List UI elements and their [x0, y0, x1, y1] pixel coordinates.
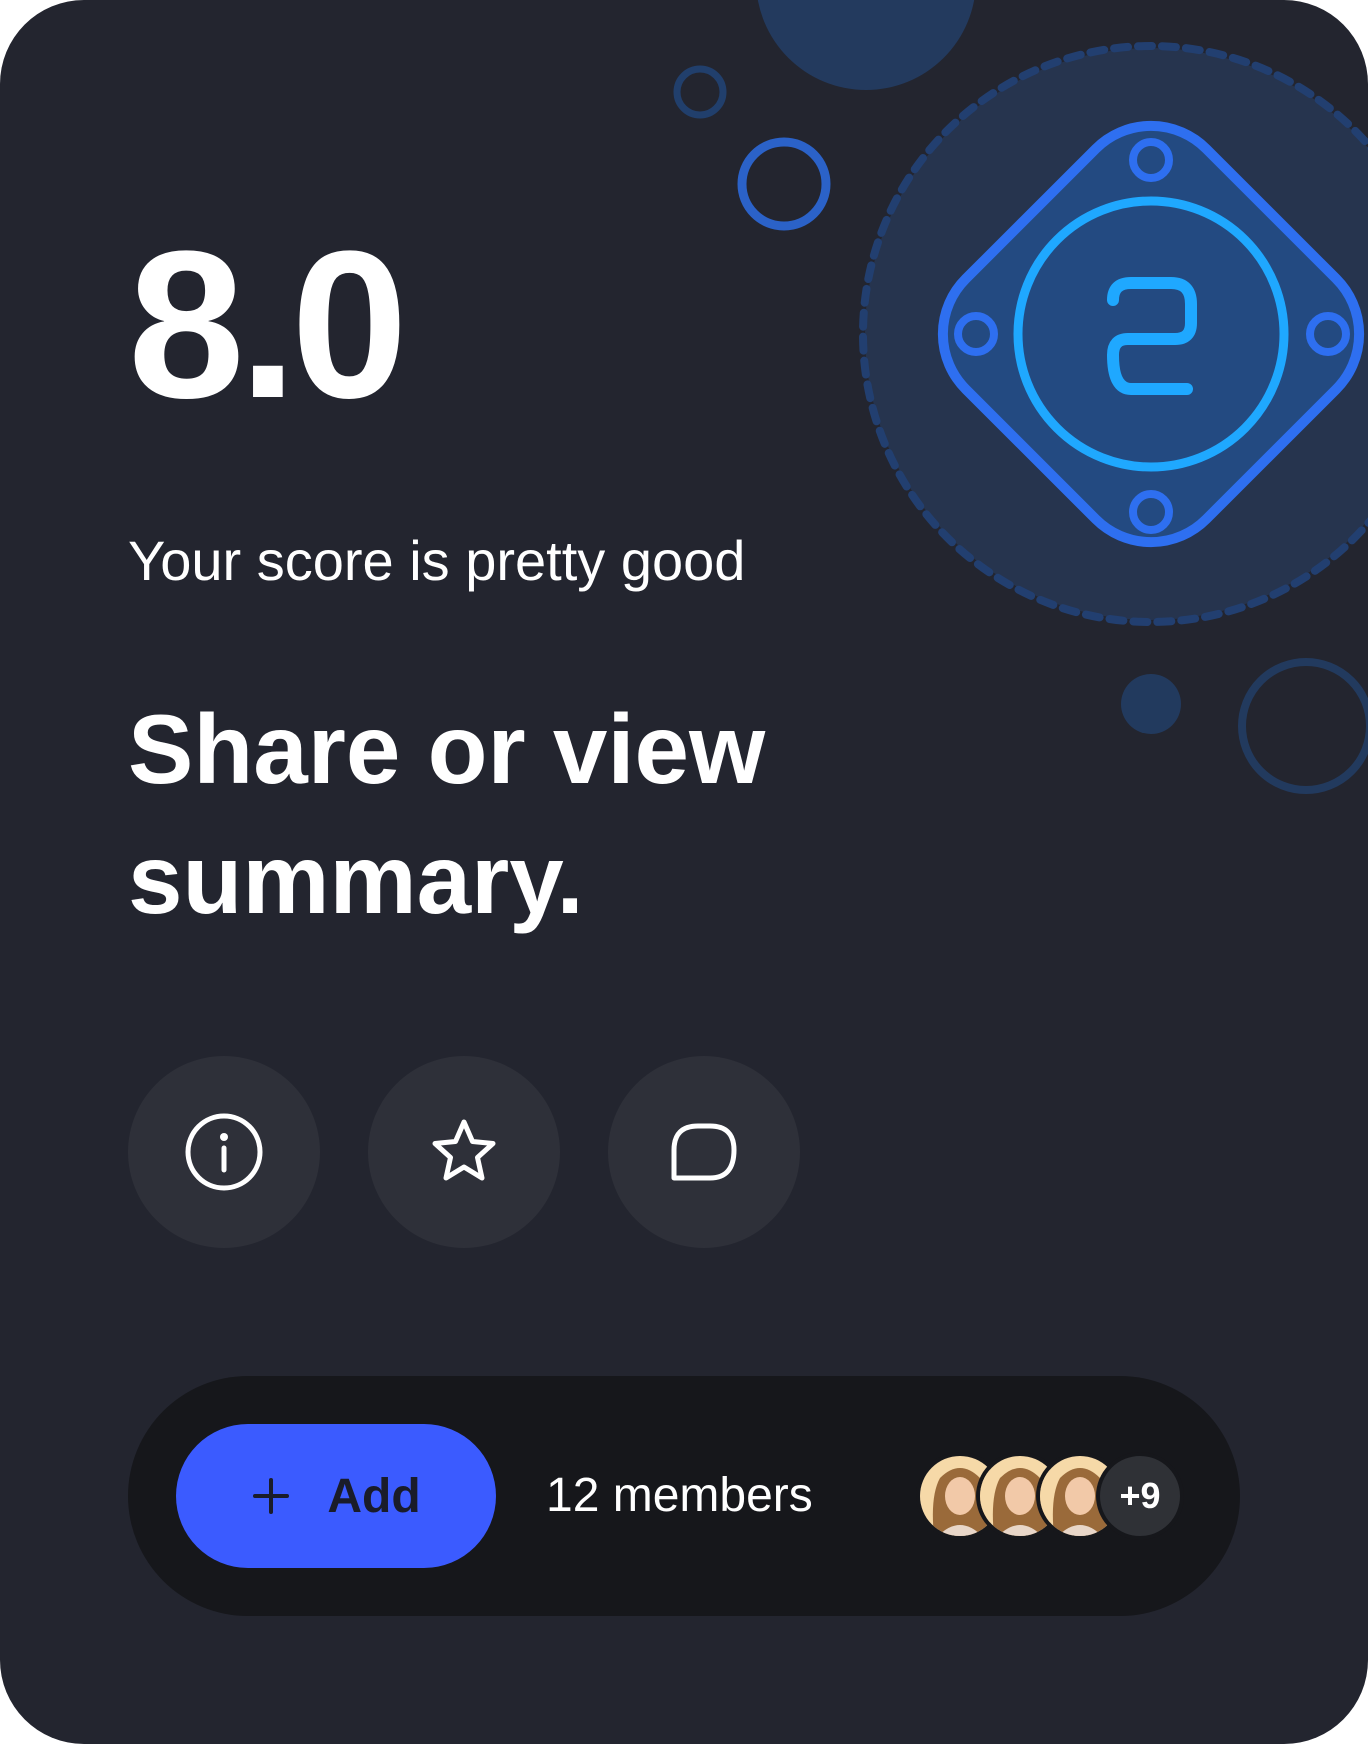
members-bar: Add 12 members +9 — [128, 1376, 1240, 1616]
badge-2-icon — [859, 42, 1368, 626]
more-members-badge[interactable]: +9 — [1096, 1452, 1184, 1540]
decor-ring-large — [1238, 658, 1368, 794]
decor-dot — [1121, 674, 1181, 734]
chat-bubble-icon — [671, 1123, 737, 1181]
score-value: 8.0 — [128, 207, 408, 442]
favorite-button[interactable] — [368, 1056, 560, 1248]
comment-button[interactable] — [608, 1056, 800, 1248]
add-button-label: Add — [327, 1469, 421, 1523]
add-member-button[interactable]: Add — [176, 1424, 496, 1568]
plus-icon — [253, 1478, 290, 1514]
members-count: 12 members — [546, 1469, 813, 1522]
star-icon — [432, 1119, 496, 1181]
score-card: 8.0 Your score is pretty good Share or v… — [0, 0, 1368, 1744]
score-caption: Your score is pretty good — [128, 529, 746, 592]
decor-ring-medium — [737, 137, 831, 231]
page-title: Share or view summary. — [128, 694, 766, 934]
info-button[interactable] — [128, 1056, 320, 1248]
info-icon — [185, 1113, 263, 1191]
decor-ring-small — [673, 65, 727, 119]
more-members-count: +9 — [1119, 1475, 1161, 1516]
decor-blob-top — [757, 0, 975, 90]
